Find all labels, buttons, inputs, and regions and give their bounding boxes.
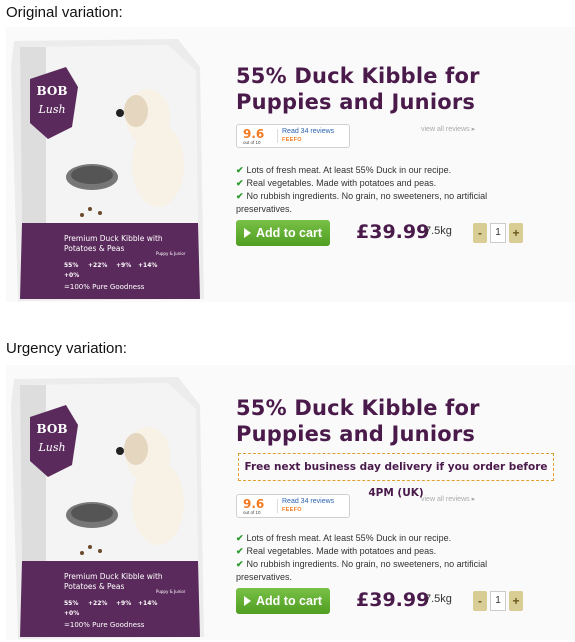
bag-stat4: +14% xyxy=(138,262,157,269)
bag-stat5: +0% xyxy=(64,272,79,279)
add-to-cart-button[interactable]: Add to cart xyxy=(236,588,330,614)
feefo-logo: FEEFO xyxy=(282,137,302,143)
bag-product-line1: Premium Duck Kibble with xyxy=(64,234,163,243)
feature-item: ✔ Real vegetables. Made with potatoes and… xyxy=(236,178,437,188)
add-to-cart-label: Add to cart xyxy=(256,594,322,608)
feature-list: ✔ Lots of fresh meat. At least 55% Duck i… xyxy=(236,532,536,584)
bag-stat2: +22% xyxy=(88,600,107,607)
view-all-reviews-link[interactable]: view all reviews ▸ xyxy=(421,495,475,503)
bag-brand-top: BOB xyxy=(37,422,68,436)
rating-divider xyxy=(277,129,278,143)
product-weight: 7.5kg xyxy=(425,225,452,237)
bag-product-line1: Premium Duck Kibble with xyxy=(64,572,163,581)
checkmark-icon: ✔ xyxy=(236,546,244,556)
bag-product-line2: Potatoes & Peas xyxy=(64,582,125,591)
checkmark-icon: ✔ xyxy=(236,191,244,201)
quantity-increase-button[interactable]: + xyxy=(509,591,523,611)
feefo-logo: FEEFO xyxy=(282,507,302,513)
quantity-input[interactable]: 1 xyxy=(490,591,506,611)
add-to-cart-button[interactable]: Add to cart xyxy=(236,220,330,246)
feature-item: ✔ No rubbish ingredients. No grain, no sw… xyxy=(236,191,488,214)
quantity-increase-button[interactable]: + xyxy=(509,223,523,243)
product-title-line1: 55% Duck Kibble for xyxy=(236,396,480,420)
bag-total: =100% Pure Goodness xyxy=(64,621,145,629)
quantity-decrease-button[interactable]: - xyxy=(473,223,487,243)
rating-outof: out of 10 xyxy=(243,140,261,145)
bag-product-line2: Potatoes & Peas xyxy=(64,244,125,253)
bag-brand-name: Lush xyxy=(37,103,65,116)
bag-age-tag: Puppy & Junior xyxy=(156,589,186,594)
caption-urgency: Urgency variation: xyxy=(6,340,127,357)
quantity-decrease-button[interactable]: - xyxy=(473,591,487,611)
bag-age-tag: Puppy & Junior xyxy=(156,251,186,256)
feature-item: ✔ Real vegetables. Made with potatoes and… xyxy=(236,546,437,556)
product-panel-original: BOB Lush Premium Duck Kibble with Potato… xyxy=(6,27,575,302)
product-image: BOB Lush Premium Duck Kibble with Potato… xyxy=(11,377,204,639)
product-weight: 7.5kg xyxy=(425,593,452,605)
caption-original: Original variation: xyxy=(6,4,123,21)
product-panel-urgency: BOB Lush Premium Duck Kibble with Potato… xyxy=(6,365,575,640)
bag-stat1: 55% xyxy=(64,600,78,607)
product-title-line2: Puppies and Juniors xyxy=(236,90,476,114)
feature-list: ✔ Lots of fresh meat. At least 55% Duck i… xyxy=(236,164,536,216)
read-reviews-link[interactable]: Read 34 reviews xyxy=(282,498,334,505)
cart-arrow-icon xyxy=(244,228,251,238)
add-to-cart-label: Add to cart xyxy=(256,226,322,240)
bag-stat3: +9% xyxy=(116,262,131,269)
checkmark-icon: ✔ xyxy=(236,559,244,569)
bag-total: =100% Pure Goodness xyxy=(64,283,145,291)
feature-item: ✔ No rubbish ingredients. No grain, no sw… xyxy=(236,559,488,582)
feature-item: ✔ Lots of fresh meat. At least 55% Duck i… xyxy=(236,165,452,175)
quantity-input[interactable]: 1 xyxy=(490,223,506,243)
checkmark-icon: ✔ xyxy=(236,165,244,175)
checkmark-icon: ✔ xyxy=(236,533,244,543)
view-all-reviews-link[interactable]: view all reviews ▸ xyxy=(421,125,475,133)
bag-stat4: +14% xyxy=(138,600,157,607)
bag-stat5: +0% xyxy=(64,610,79,617)
bag-brand-top: BOB xyxy=(37,84,68,98)
rating-score: 9.6 xyxy=(243,127,265,141)
product-price: £39.99 xyxy=(356,589,430,611)
rating-divider xyxy=(277,499,278,513)
checkmark-icon: ✔ xyxy=(236,178,244,188)
rating-score: 9.6 xyxy=(243,497,265,511)
product-image: BOB Lush Premium Duck Kibble with Potato… xyxy=(11,39,204,301)
bag-stat3: +9% xyxy=(116,600,131,607)
cart-arrow-icon xyxy=(244,596,251,606)
urgency-delivery-banner: Free next business day delivery if you o… xyxy=(238,453,554,499)
bag-stat2: +22% xyxy=(88,262,107,269)
product-title-line2: Puppies and Juniors xyxy=(236,422,476,446)
read-reviews-link[interactable]: Read 34 reviews xyxy=(282,128,334,135)
bag-stat1: 55% xyxy=(64,262,78,269)
product-title-line1: 55% Duck Kibble for xyxy=(236,64,480,88)
review-badge[interactable]: 9.6 out of 10 Read 34 reviews FEEFO xyxy=(236,494,350,518)
rating-outof: out of 10 xyxy=(243,510,261,515)
product-price: £39.99 xyxy=(356,221,430,243)
review-badge[interactable]: 9.6 out of 10 Read 34 reviews FEEFO xyxy=(236,124,350,148)
feature-item: ✔ Lots of fresh meat. At least 55% Duck i… xyxy=(236,533,452,543)
bag-brand-name: Lush xyxy=(37,441,65,454)
